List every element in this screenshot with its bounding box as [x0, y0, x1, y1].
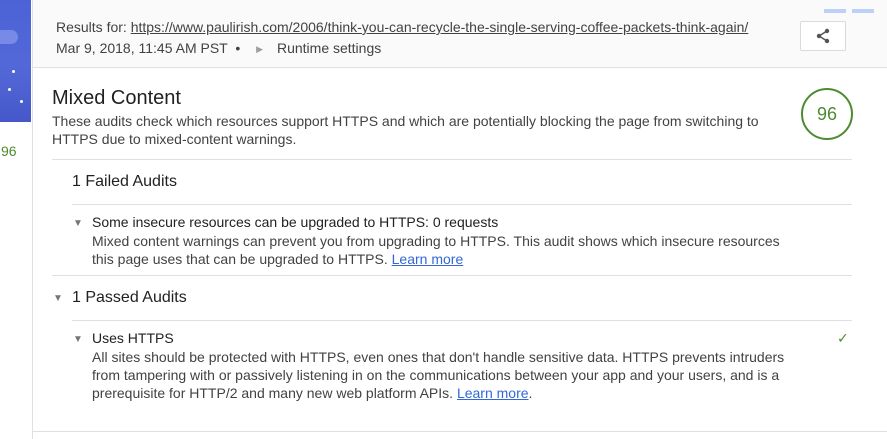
learn-more-link[interactable]: Learn more: [392, 251, 464, 267]
audit-description-insecure-resources: Mixed content warnings can prevent you f…: [92, 232, 792, 268]
caret-down-icon[interactable]: ▼: [53, 293, 63, 304]
share-button[interactable]: [800, 21, 846, 51]
divider: [33, 431, 887, 432]
divider: [52, 275, 852, 276]
audit-description-uses-https: All sites should be protected with HTTPS…: [92, 348, 792, 402]
cloud-decoration: [0, 30, 18, 44]
star-decoration: [20, 100, 23, 103]
category-title: Mixed Content: [52, 87, 181, 109]
category-description: These audits check which resources suppo…: [52, 113, 759, 147]
divider: [52, 159, 852, 160]
learn-more-link[interactable]: Learn more: [457, 385, 529, 401]
sidebar-category-score[interactable]: 96: [1, 143, 17, 159]
caret-down-icon[interactable]: ▼: [73, 218, 83, 229]
top-toolbar-strip: [824, 0, 880, 13]
page-url-link[interactable]: https://www.paulirish.com/2006/think-you…: [131, 19, 749, 35]
category-score-gauge: 96: [801, 88, 853, 140]
expand-triangle-icon[interactable]: ▶: [256, 44, 263, 55]
sidebar-hero-illustration: [0, 0, 31, 122]
category-section: Mixed Content These audits check which r…: [33, 68, 887, 439]
audit-description-text: All sites should be protected with HTTPS…: [92, 349, 785, 401]
divider: [72, 204, 852, 205]
report-sidebar: 96: [0, 0, 33, 439]
link-suffix: .: [528, 385, 533, 401]
star-decoration: [8, 88, 11, 91]
passed-audits-heading[interactable]: 1 Passed Audits: [72, 289, 187, 307]
share-icon: [816, 28, 830, 44]
audit-title-uses-https[interactable]: Uses HTTPS: [92, 330, 174, 346]
audit-title-insecure-resources[interactable]: Some insecure resources can be upgraded …: [92, 214, 498, 230]
report-timestamp: Mar 9, 2018, 11:45 AM PST: [56, 40, 228, 56]
check-icon: ✓: [837, 330, 849, 346]
results-label: Results for:: [56, 19, 127, 35]
report-meta-line: Mar 9, 2018, 11:45 AM PST • ▶ Runtime se…: [56, 40, 381, 56]
failed-audits-heading[interactable]: 1 Failed Audits: [72, 173, 177, 191]
results-for-line: Results for: https://www.paulirish.com/2…: [56, 19, 748, 35]
star-decoration: [12, 70, 15, 73]
meta-separator: •: [235, 40, 241, 56]
divider: [72, 320, 852, 321]
runtime-settings-toggle[interactable]: Runtime settings: [277, 40, 381, 56]
report-header: Results for: https://www.paulirish.com/2…: [33, 0, 887, 68]
caret-down-icon[interactable]: ▼: [73, 334, 83, 345]
